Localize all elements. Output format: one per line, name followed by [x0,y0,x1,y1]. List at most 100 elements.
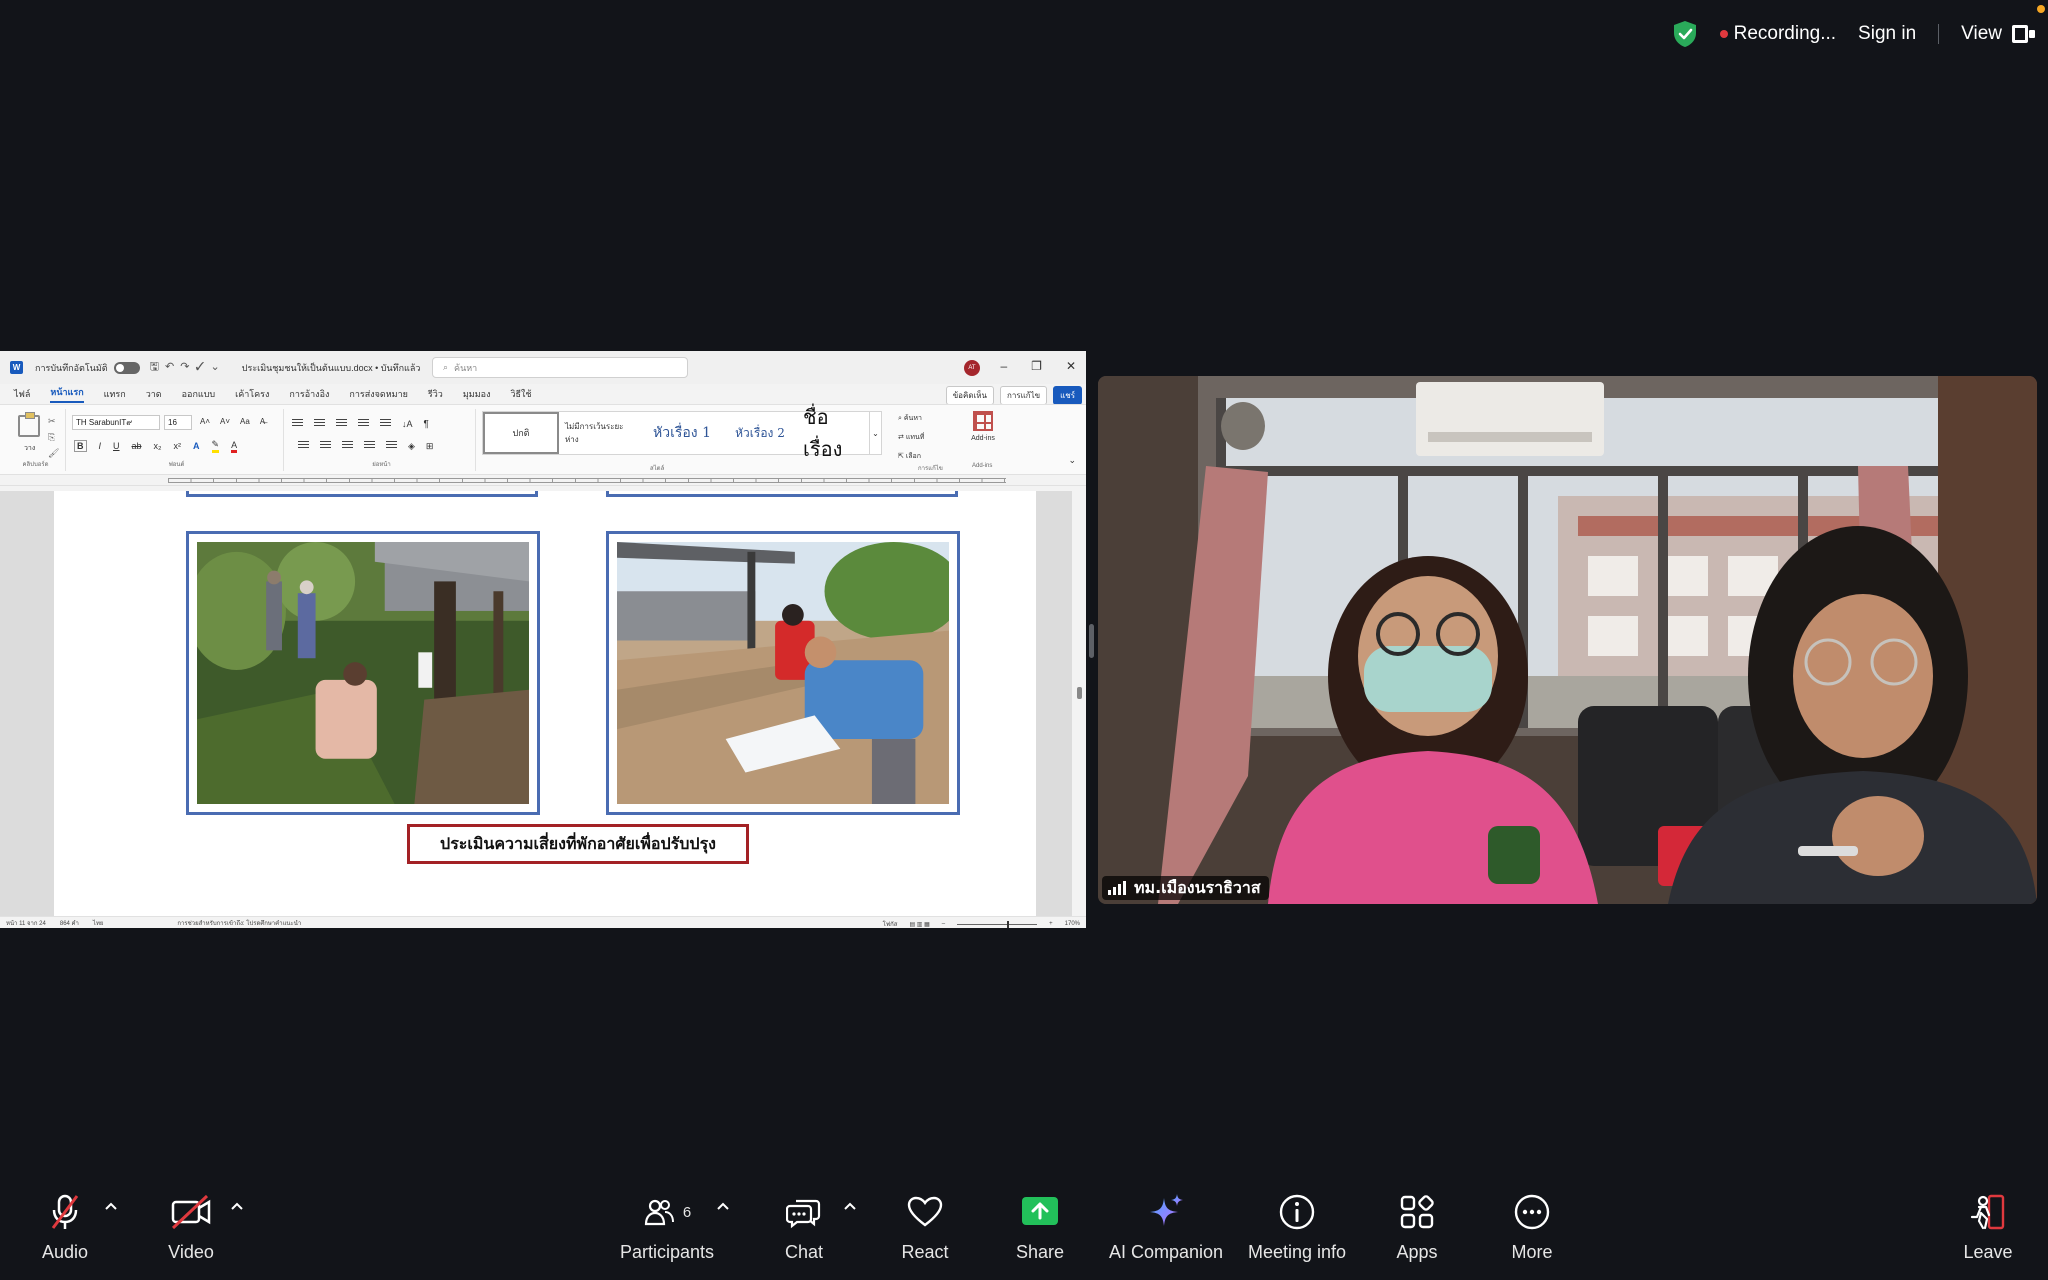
tab-help[interactable]: วิธีใช้ [510,387,531,401]
addins-button[interactable]: Add-ins [968,411,998,442]
text-effects-icon[interactable]: A [193,441,200,451]
focus-button[interactable]: โฟกัส [883,919,898,928]
underline-button[interactable]: U [113,441,120,451]
accessibility-status[interactable]: การช่วยสำหรับการเข้าถึง: โปรดศึกษาคำแนะน… [177,918,301,928]
react-button[interactable]: React [865,1190,985,1263]
zoom-in-icon[interactable]: + [1049,921,1053,927]
styles-more-icon[interactable]: ⌄ [869,412,881,454]
sparkle-icon [1144,1190,1188,1234]
document-title[interactable]: ประเมินชุมชนให้เป็นต้นแบบ.docx • บันทึกแ… [242,361,421,375]
tab-view[interactable]: มุมมอง [463,387,491,401]
zoom-slider[interactable] [957,920,1038,928]
leave-button[interactable]: Leave [1928,1190,2048,1263]
meeting-info-button[interactable]: Meeting info [1237,1190,1357,1263]
font-name-select[interactable]: TH SarabunIT๙ [72,415,160,430]
highlight-icon[interactable]: ✎ [211,439,220,453]
comments-button[interactable]: ข้อคิดเห็น [945,386,994,405]
paste-icon[interactable] [18,412,40,437]
superscript-button[interactable]: x² [174,441,182,451]
chat-options-chevron-icon[interactable] [843,1200,857,1214]
tab-design[interactable]: ออกแบบ [182,387,216,401]
zoom-level[interactable]: 170% [1065,921,1080,927]
more-button[interactable]: More [1472,1190,1592,1263]
tab-review[interactable]: รีวิว [428,387,443,401]
bold-button[interactable]: B [74,440,87,452]
list-buttons[interactable]: ↓A ¶ [292,419,429,430]
participants-options-chevron-icon[interactable] [716,1200,730,1214]
word-count[interactable]: 864 คำ [60,918,79,928]
photo-frame-left [186,531,540,815]
align-buttons[interactable]: ◈ ⊞ [298,441,433,452]
scroll-thumb[interactable] [1077,687,1082,699]
split-view-handle[interactable] [1089,624,1094,658]
autosave-toggle[interactable] [113,361,140,374]
close-icon[interactable]: ✕ [1066,359,1076,373]
style-normal[interactable]: ปกติ [483,412,559,454]
clipboard-label: คลิปบอร์ด [22,462,49,468]
video-options-chevron-icon[interactable] [230,1200,244,1214]
font-size-buttons[interactable]: A˄ A˅ Aa A̶ [200,417,265,426]
more-icon [1510,1190,1554,1234]
select-button[interactable]: ⇱ เลือก [898,451,924,462]
chat-icon [782,1190,826,1234]
pilcrow-icon[interactable]: ¶ [424,419,429,430]
tab-layout[interactable]: เค้าโครง [235,387,269,401]
borders-icon[interactable]: ⊞ [426,441,434,452]
view-button[interactable]: View [1961,23,2035,45]
font-color-icon[interactable]: A [231,440,238,453]
page-count[interactable]: หน้า 11 จาก 24 [6,918,46,928]
strike-button[interactable]: ab [132,441,142,451]
find-button[interactable]: ⌕ ค้นหา [898,413,924,424]
style-heading-2[interactable]: หัวเรื่อง 2 [723,412,797,454]
style-heading-1[interactable]: หัวเรื่อง 1 [641,412,723,454]
share-doc-button[interactable]: แชร์ [1053,386,1082,405]
style-no-spacing[interactable]: ไม่มีการเว้นระยะห่าง [559,412,641,454]
subscript-button[interactable]: x₂ [154,441,162,451]
document-page[interactable]: ประเมินความเสี่ยงที่พักอาศัยเพื่อปรับปรุ… [54,491,1036,916]
apps-icon [1395,1190,1439,1234]
chat-label: Chat [784,1242,824,1262]
tab-file[interactable]: ไฟล์ [14,387,30,401]
minimize-icon[interactable]: – [1000,359,1007,373]
sort-icon[interactable]: ↓A [402,419,413,430]
camera-off-icon [169,1190,213,1234]
react-label: React [901,1242,949,1262]
tab-mailings[interactable]: การส่งจดหมาย [349,387,408,401]
previous-photo-frame [186,491,538,497]
tab-home[interactable]: หน้าแรก [50,385,84,403]
tab-draw[interactable]: วาด [146,387,162,401]
addins-icon [973,411,993,431]
user-avatar[interactable]: AT [964,360,980,376]
share-screen-button[interactable]: Share [980,1190,1100,1263]
participant-video-tile[interactable]: ทม.เมืองนราธิวาส [1098,376,2037,904]
zoom-out-icon[interactable]: – [942,921,945,927]
shading-icon[interactable]: ◈ [408,441,415,452]
recording-indicator[interactable]: Recording... [1719,23,1836,45]
font-size-select[interactable]: 16 [164,415,192,430]
shared-screen: W การบันทึกอัตโนมัติ 🖫↶↷✓⌄ ประเมินชุมชนใ… [0,351,1086,928]
restore-icon[interactable]: ❐ [1031,359,1042,373]
replace-button[interactable]: ⇄ แทนที่ [898,432,924,443]
sign-in-button[interactable]: Sign in [1858,23,1916,45]
apps-button[interactable]: Apps [1357,1190,1477,1263]
collapse-ribbon-icon[interactable]: ⌄ [1068,455,1076,466]
tab-references[interactable]: การอ้างอิง [289,387,329,401]
language[interactable]: ไทย [93,918,104,928]
meeting-info-label: Meeting info [1247,1242,1347,1262]
view-mode-icons[interactable]: ▤ ▥ ▦ [909,921,929,928]
word-search-box[interactable]: ⌕ ค้นหา [432,357,688,378]
participants-button[interactable]: 6 Participants [607,1190,727,1263]
share-label: Share [1015,1242,1065,1262]
ai-companion-button[interactable]: AI Companion [1107,1190,1225,1263]
editing-mode-button[interactable]: การแก้ไข [999,386,1048,405]
audio-options-chevron-icon[interactable] [104,1200,118,1214]
vertical-scrollbar[interactable] [1072,491,1086,916]
ribbon-home: วาง ✂ ⎘ 🖌 คลิปบอร์ด TH SarabunIT๙ 16 A˄ A˅ A… [0,404,1086,475]
quick-access-icons[interactable]: 🖫↶↷✓⌄ [150,358,226,377]
italic-button[interactable]: I [99,441,102,451]
encryption-shield-icon[interactable] [1672,20,1698,48]
tab-insert[interactable]: แทรก [104,387,126,401]
cut-copy-icons[interactable]: ✂ ⎘ 🖌 [48,413,59,461]
style-title[interactable]: ชื่อเรื่อง [797,405,871,461]
participants-label: Participants [619,1242,715,1262]
